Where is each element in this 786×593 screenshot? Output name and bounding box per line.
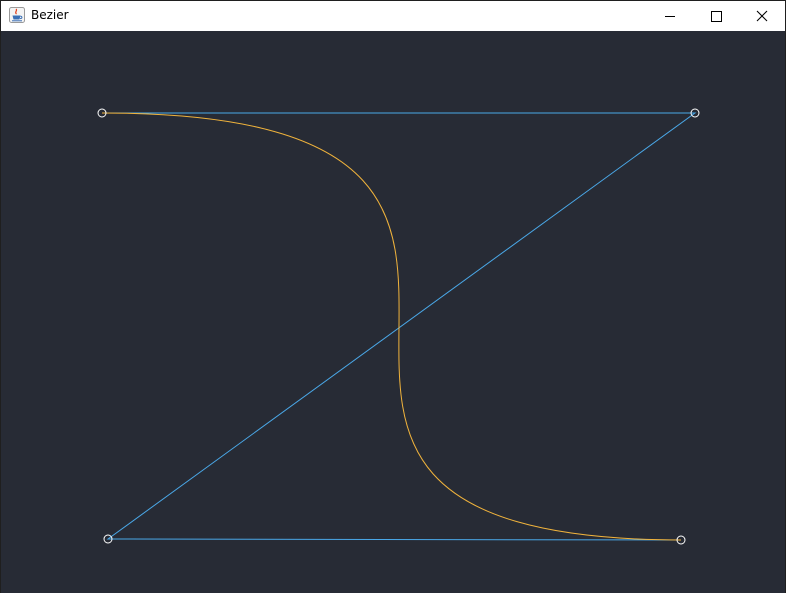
bezier-canvas[interactable] (1, 31, 785, 593)
java-cup-icon (9, 7, 25, 23)
title-bar[interactable]: Bezier (1, 1, 785, 31)
maximize-icon (711, 11, 722, 22)
bezier-drawing[interactable] (1, 31, 785, 593)
close-button[interactable] (739, 1, 785, 31)
close-icon (756, 10, 768, 22)
maximize-button[interactable] (693, 1, 739, 31)
app-window: Bezier (0, 0, 786, 593)
window-title: Bezier (31, 8, 69, 22)
minimize-icon (665, 16, 675, 17)
minimize-button[interactable] (647, 1, 693, 31)
canvas-background (1, 31, 785, 593)
